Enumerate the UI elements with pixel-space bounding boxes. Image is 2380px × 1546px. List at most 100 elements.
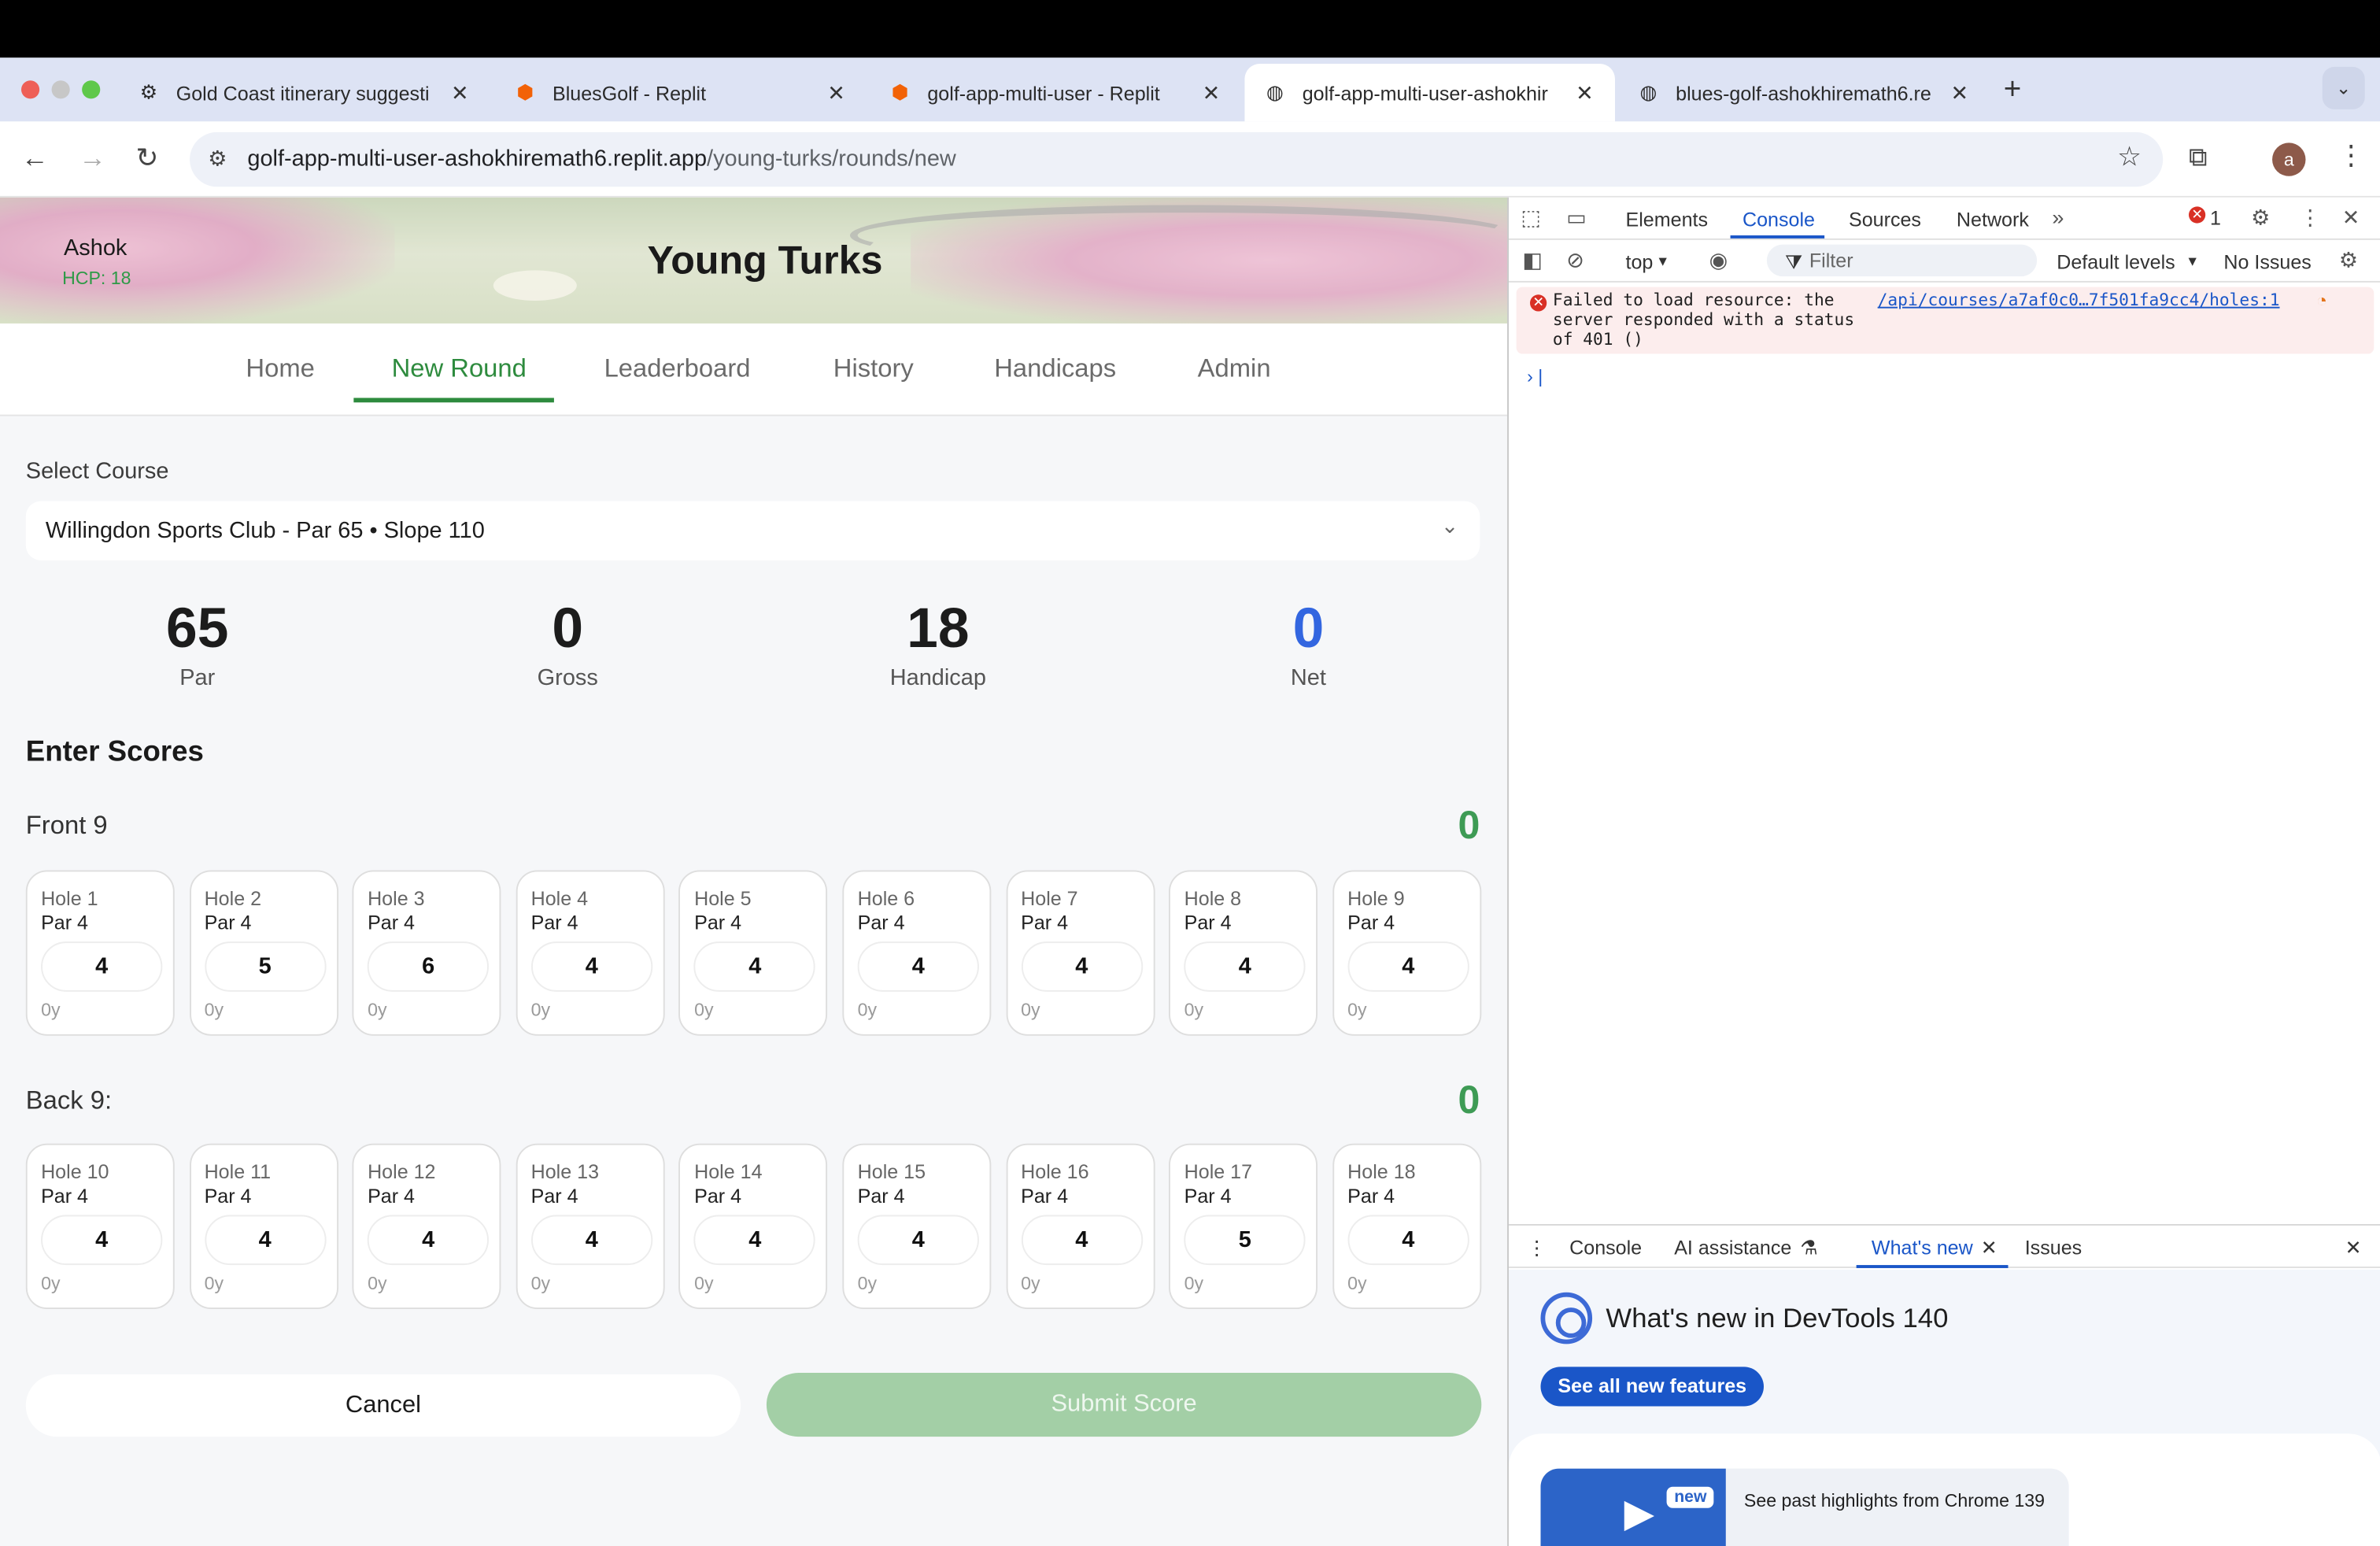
score-input[interactable]: 4 — [1021, 1215, 1143, 1266]
drawer-tab-console[interactable]: Console — [1569, 1236, 1642, 1259]
url-field[interactable]: ⚙ golf-app-multi-user-ashokhiremath6.rep… — [190, 131, 2164, 187]
close-tab-icon[interactable]: ✕ — [824, 80, 848, 105]
drawer-menu-icon[interactable]: ⋮ — [1527, 1236, 1547, 1260]
hole-number: Hole 18 — [1347, 1160, 1416, 1183]
nav-history[interactable]: History — [833, 354, 914, 385]
inspect-element-icon[interactable]: ⬚ — [1521, 205, 1541, 231]
hole-par: Par 4 — [1184, 1184, 1232, 1208]
browser-tab[interactable]: ◍ blues-golf-ashokhiremath6.re ✕ — [1618, 64, 1990, 121]
log-levels-select[interactable]: Default levels — [2057, 250, 2175, 273]
submit-score-button[interactable]: Submit Score — [766, 1373, 1482, 1437]
new-tab-button[interactable]: + — [2004, 73, 2022, 108]
nav-admin[interactable]: Admin — [1198, 354, 1271, 385]
tab-search-button[interactable]: ⌄ — [2322, 66, 2365, 109]
console-filter-input[interactable]: Filter — [1766, 244, 2038, 277]
close-drawer-icon[interactable]: ✕ — [2345, 1236, 2362, 1260]
score-input[interactable]: 6 — [368, 941, 490, 992]
hole-par: Par 4 — [41, 1184, 89, 1208]
settings-gear-icon[interactable]: ⚙ — [2251, 205, 2270, 231]
back-icon[interactable]: ← — [18, 142, 51, 175]
score-input[interactable]: 4 — [530, 941, 652, 992]
extensions-icon[interactable]: ⧉ — [2189, 142, 2207, 173]
hole-par: Par 4 — [1347, 1184, 1395, 1208]
profile-avatar[interactable]: a — [2272, 142, 2306, 176]
close-tab-icon[interactable]: ✕ — [448, 80, 472, 105]
menu-bar — [0, 0, 2380, 58]
hole-card: Hole 6 Par 4 4 0y — [842, 870, 992, 1036]
stat-gross: 0 Gross — [537, 597, 598, 691]
issues-count[interactable]: No Issues — [2223, 250, 2311, 273]
course-select[interactable]: Willingdon Sports Club - Par 65 • Slope … — [25, 501, 1480, 560]
score-input[interactable]: 4 — [204, 1215, 326, 1266]
devtools-menu-icon[interactable]: ⋮ — [2300, 205, 2321, 231]
clear-console-icon[interactable]: ⊘ — [1566, 247, 1584, 273]
score-input[interactable]: 4 — [1021, 941, 1143, 992]
bookmark-star-icon[interactable]: ☆ — [2117, 141, 2142, 173]
replit-icon: ⬢ — [891, 80, 909, 104]
tab-console[interactable]: Console — [1743, 208, 1815, 231]
score-input[interactable]: 4 — [1347, 941, 1469, 992]
nav-new-round[interactable]: New Round — [392, 354, 527, 385]
score-input[interactable]: 4 — [368, 1215, 490, 1266]
error-count[interactable]: 1 — [2210, 206, 2221, 229]
live-expression-eye-icon[interactable]: ◉ — [1709, 247, 1728, 273]
score-input[interactable]: 4 — [1184, 941, 1306, 992]
tab-elements[interactable]: Elements — [1625, 208, 1708, 231]
highlights-card[interactable]: ▶ new See past highlights from Chrome 13… — [1540, 1468, 2069, 1546]
score-input[interactable]: 4 — [857, 941, 979, 992]
context-select[interactable]: top — [1625, 250, 1653, 273]
browser-tab[interactable]: ⚙ Gold Coast itinerary suggesti ✕ — [118, 64, 490, 121]
error-count-icon[interactable]: ✕ — [2188, 206, 2206, 224]
forward-icon[interactable]: → — [76, 142, 109, 175]
close-tab-icon[interactable]: ✕ — [1199, 80, 1224, 105]
nav-leaderboard[interactable]: Leaderboard — [604, 354, 751, 385]
console-prompt[interactable]: › | — [1527, 366, 1543, 387]
hole-number: Hole 12 — [368, 1160, 436, 1183]
hole-par: Par 4 — [694, 911, 742, 934]
error-source-link[interactable]: /api/courses/a7af0c0…7f501fa9cc4/holes:1 — [1878, 290, 2280, 309]
score-input[interactable]: 4 — [694, 941, 816, 992]
close-tab-icon[interactable]: ✕ — [1947, 80, 1972, 105]
ai-explain-icon[interactable]: ◔ — [2316, 290, 2327, 311]
close-devtools-icon[interactable]: ✕ — [2342, 205, 2360, 231]
hole-card: Hole 17 Par 4 5 0y — [1169, 1143, 1318, 1310]
reload-icon[interactable]: ↻ — [131, 142, 164, 175]
stat-net: 0 Net — [1290, 597, 1326, 691]
score-input[interactable]: 4 — [857, 1215, 979, 1266]
device-toolbar-icon[interactable]: ▭ — [1566, 205, 1587, 231]
nav-home[interactable]: Home — [246, 354, 314, 385]
browser-tab[interactable]: ⬢ BluesGolf - Replit ✕ — [495, 64, 867, 121]
close-tab-icon[interactable]: ✕ — [1572, 80, 1597, 105]
cancel-button[interactable]: Cancel — [25, 1374, 741, 1437]
tab-sources[interactable]: Sources — [1849, 208, 1921, 231]
console-settings-icon[interactable]: ⚙ — [2339, 247, 2358, 273]
error-icon: ✕ — [1529, 294, 1547, 312]
score-input[interactable]: 4 — [694, 1215, 816, 1266]
maximize-window-button[interactable] — [82, 80, 101, 99]
tab-network[interactable]: Network — [1957, 208, 2029, 231]
hole-card: Hole 18 Par 4 4 0y — [1332, 1143, 1481, 1310]
score-input[interactable]: 4 — [41, 1215, 163, 1266]
score-input[interactable]: 4 — [530, 1215, 652, 1266]
browser-menu-icon[interactable]: ⋮ — [2338, 139, 2365, 172]
see-all-features-button[interactable]: See all new features — [1540, 1367, 1764, 1407]
browser-tab[interactable]: ⬢ golf-app-multi-user - Replit ✕ — [870, 64, 1241, 121]
score-input[interactable]: 5 — [204, 941, 326, 992]
score-input[interactable]: 5 — [1184, 1215, 1306, 1266]
back-nine-title: Back 9: — [25, 1086, 113, 1115]
drawer-tab-whats-new[interactable]: What's new — [1872, 1236, 1973, 1259]
score-input[interactable]: 4 — [41, 941, 163, 992]
nav-handicaps[interactable]: Handicaps — [994, 354, 1116, 385]
site-info-icon[interactable]: ⚙ — [208, 146, 227, 172]
close-window-button[interactable] — [20, 80, 40, 99]
hole-card: Hole 14 Par 4 4 0y — [678, 1143, 828, 1310]
select-course-label: Select Course — [25, 458, 169, 485]
drawer-tab-ai-assistance[interactable]: AI assistance — [1674, 1236, 1791, 1259]
drawer-tab-issues[interactable]: Issues — [2025, 1236, 2082, 1259]
score-input[interactable]: 4 — [1347, 1215, 1469, 1266]
sidebar-toggle-icon[interactable]: ◧ — [1522, 247, 1543, 273]
more-tabs-icon[interactable]: » — [2052, 205, 2064, 229]
minimize-window-button[interactable] — [51, 80, 70, 99]
close-whats-new-icon[interactable]: ✕ — [1981, 1236, 1998, 1260]
browser-tab-active[interactable]: ◍ golf-app-multi-user-ashokhir ✕ — [1244, 64, 1615, 122]
